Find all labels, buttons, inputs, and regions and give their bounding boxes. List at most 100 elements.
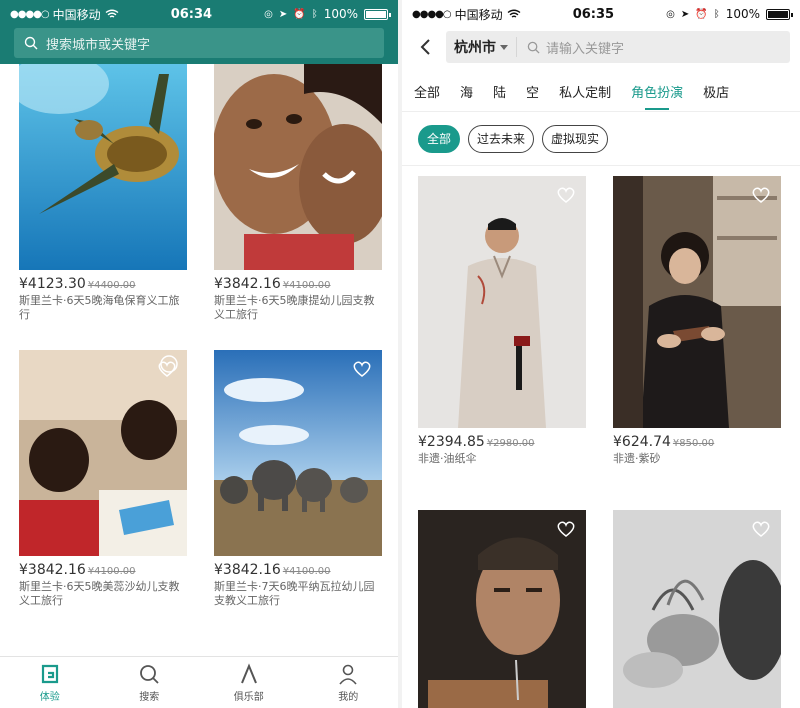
original-price: ¥4400.00	[87, 280, 136, 291]
price: ¥3842.16 ¥4100.00	[214, 276, 382, 292]
original-price: ¥850.00	[672, 438, 715, 449]
product-card[interactable]: ¥3842.16 ¥4100.00 斯里兰卡·6天5晚康提幼儿园支教义工旅行	[214, 64, 382, 322]
product-image	[613, 176, 781, 428]
experience-icon	[41, 664, 58, 683]
current-price: ¥3842.16	[19, 562, 86, 578]
tab-club[interactable]: 俱乐部	[199, 657, 299, 708]
bluetooth-icon: ᛒ	[311, 8, 318, 20]
clock: 06:35	[572, 6, 615, 22]
category-tabs: 全部 海 陆 空 私人定制 角色扮演 极店	[402, 72, 800, 112]
favorite-icon[interactable]	[556, 186, 576, 204]
search-box: 杭州市 请输入关键字	[446, 31, 790, 63]
battery-icon	[364, 8, 391, 20]
carrier-label: 中国移动	[454, 7, 503, 22]
lock-rotation-icon: ◎	[666, 8, 675, 20]
tab-profile[interactable]: 我的	[299, 657, 399, 708]
tab-label: 我的	[338, 691, 359, 703]
search-input[interactable]: 请输入关键字	[517, 38, 790, 57]
search-header: 杭州市 请输入关键字	[402, 28, 800, 66]
wifi-icon	[105, 9, 119, 18]
wifi-icon	[507, 9, 521, 18]
product-title: 非遗·紫砂	[613, 452, 661, 465]
city-selector[interactable]: 杭州市	[446, 37, 517, 57]
chip-all[interactable]: 全部	[418, 124, 461, 153]
product-title: 斯里兰卡·6天5晚海龟保育义工旅行	[19, 294, 180, 321]
product-title: 斯里兰卡·6天5晚美蕊沙幼儿支教义工旅行	[19, 580, 180, 607]
location-icon: ➤	[680, 8, 690, 20]
battery-percent: 100%	[725, 7, 760, 21]
tab-role-play[interactable]: 角色扮演	[631, 72, 683, 112]
alarm-icon: ⏰	[293, 8, 306, 20]
price: ¥2394.85 ¥2980.00	[418, 434, 586, 450]
status-bar: ●●●●○ 中国移动 06:34 ◎ ➤ ⏰ ᛒ 100%	[0, 0, 398, 28]
search-bar[interactable]: 搜索城市或关键字	[14, 28, 384, 58]
tab-private-custom[interactable]: 私人定制	[559, 72, 611, 112]
product-title: 斯里兰卡·7天6晚平纳瓦拉幼儿园支教义工旅行	[214, 580, 375, 607]
search-icon	[140, 664, 159, 684]
product-image	[418, 176, 586, 428]
current-price: ¥624.74	[613, 434, 671, 450]
battery-percent: 100%	[323, 7, 358, 21]
tab-sea[interactable]: 海	[460, 72, 473, 112]
alarm-icon: ⏰	[695, 8, 708, 20]
product-title: 非遗·油纸伞	[418, 452, 477, 465]
left-screen: ●●●●○ 中国移动 06:34 ◎ ➤ ⏰ ᛒ 100% 搜索城市或关键字 ¥…	[0, 0, 398, 708]
product-image	[613, 510, 781, 708]
lock-rotation-icon: ◎	[264, 8, 273, 20]
favorite-icon[interactable]	[751, 186, 771, 204]
search-placeholder: 请输入关键字	[546, 41, 625, 57]
location-icon: ➤	[278, 8, 288, 20]
product-image	[214, 350, 382, 556]
status-bar: ●●●●○ 中国移动 06:35 ◎ ➤ ⏰ ᛒ 100%	[402, 0, 800, 28]
product-card[interactable]: ¥624.74 ¥850.00 非遗·紫砂	[613, 176, 781, 466]
product-image	[19, 350, 187, 556]
back-button[interactable]	[412, 32, 438, 62]
caret-down-icon	[500, 44, 508, 50]
bottom-tab-bar: 体验 搜索 俱乐部 我的	[0, 656, 398, 708]
club-icon	[240, 662, 257, 683]
product-card[interactable]: ¥3842.16 ¥4100.00 斯里兰卡·7天6晚平纳瓦拉幼儿园支教义工旅行	[214, 350, 382, 608]
bluetooth-icon: ᛒ	[713, 8, 720, 20]
price: ¥624.74 ¥850.00	[613, 434, 781, 450]
signal-icon: ●●●●○	[412, 8, 452, 20]
original-price: ¥4100.00	[282, 280, 331, 291]
product-card[interactable]	[613, 510, 781, 708]
tab-all[interactable]: 全部	[414, 72, 440, 112]
product-card[interactable]: ¥2394.85 ¥2980.00 非遗·油纸伞	[418, 176, 586, 466]
tab-experience[interactable]: 体验	[0, 657, 100, 708]
search-icon	[527, 41, 540, 54]
battery-icon	[766, 8, 793, 20]
subtag-filters: 全部 过去未来 虚拟现实	[402, 112, 800, 166]
current-price: ¥3842.16	[214, 276, 281, 292]
chip-past-future[interactable]: 过去未来	[468, 124, 535, 153]
signal-icon: ●●●●○	[10, 8, 50, 20]
favorite-icon[interactable]	[157, 360, 177, 378]
current-price: ¥2394.85	[418, 434, 485, 450]
favorite-icon[interactable]	[751, 520, 771, 538]
product-title: 斯里兰卡·6天5晚康提幼儿园支教义工旅行	[214, 294, 375, 321]
current-price: ¥4123.30	[19, 276, 86, 292]
search-placeholder: 搜索城市或关键字	[46, 37, 151, 53]
chevron-left-icon	[420, 39, 430, 55]
original-price: ¥4100.00	[282, 566, 331, 577]
left-header: ●●●●○ 中国移动 06:34 ◎ ➤ ⏰ ᛒ 100% 搜索城市或关键字	[0, 0, 398, 64]
tab-label: 体验	[39, 691, 60, 703]
chip-virtual-reality[interactable]: 虚拟现实	[542, 124, 609, 153]
profile-icon	[339, 664, 357, 685]
tab-label: 俱乐部	[233, 691, 264, 703]
original-price: ¥4100.00	[87, 566, 136, 577]
tab-extreme[interactable]: 极店	[703, 72, 729, 112]
price: ¥3842.16 ¥4100.00	[19, 562, 187, 578]
product-image	[214, 64, 382, 270]
tab-air[interactable]: 空	[526, 72, 539, 112]
favorite-icon[interactable]	[556, 520, 576, 538]
favorite-icon[interactable]	[352, 360, 372, 378]
tab-search[interactable]: 搜索	[100, 657, 200, 708]
price: ¥4123.30 ¥4400.00	[19, 276, 187, 292]
product-card[interactable]: ¥3842.16 ¥4100.00 斯里兰卡·6天5晚美蕊沙幼儿支教义工旅行	[19, 350, 187, 608]
tab-land[interactable]: 陆	[493, 72, 506, 112]
tab-label: 搜索	[139, 691, 160, 703]
product-card[interactable]	[418, 510, 586, 708]
product-card[interactable]: ¥4123.30 ¥4400.00 斯里兰卡·6天5晚海龟保育义工旅行	[19, 64, 187, 322]
search-icon	[24, 36, 38, 50]
